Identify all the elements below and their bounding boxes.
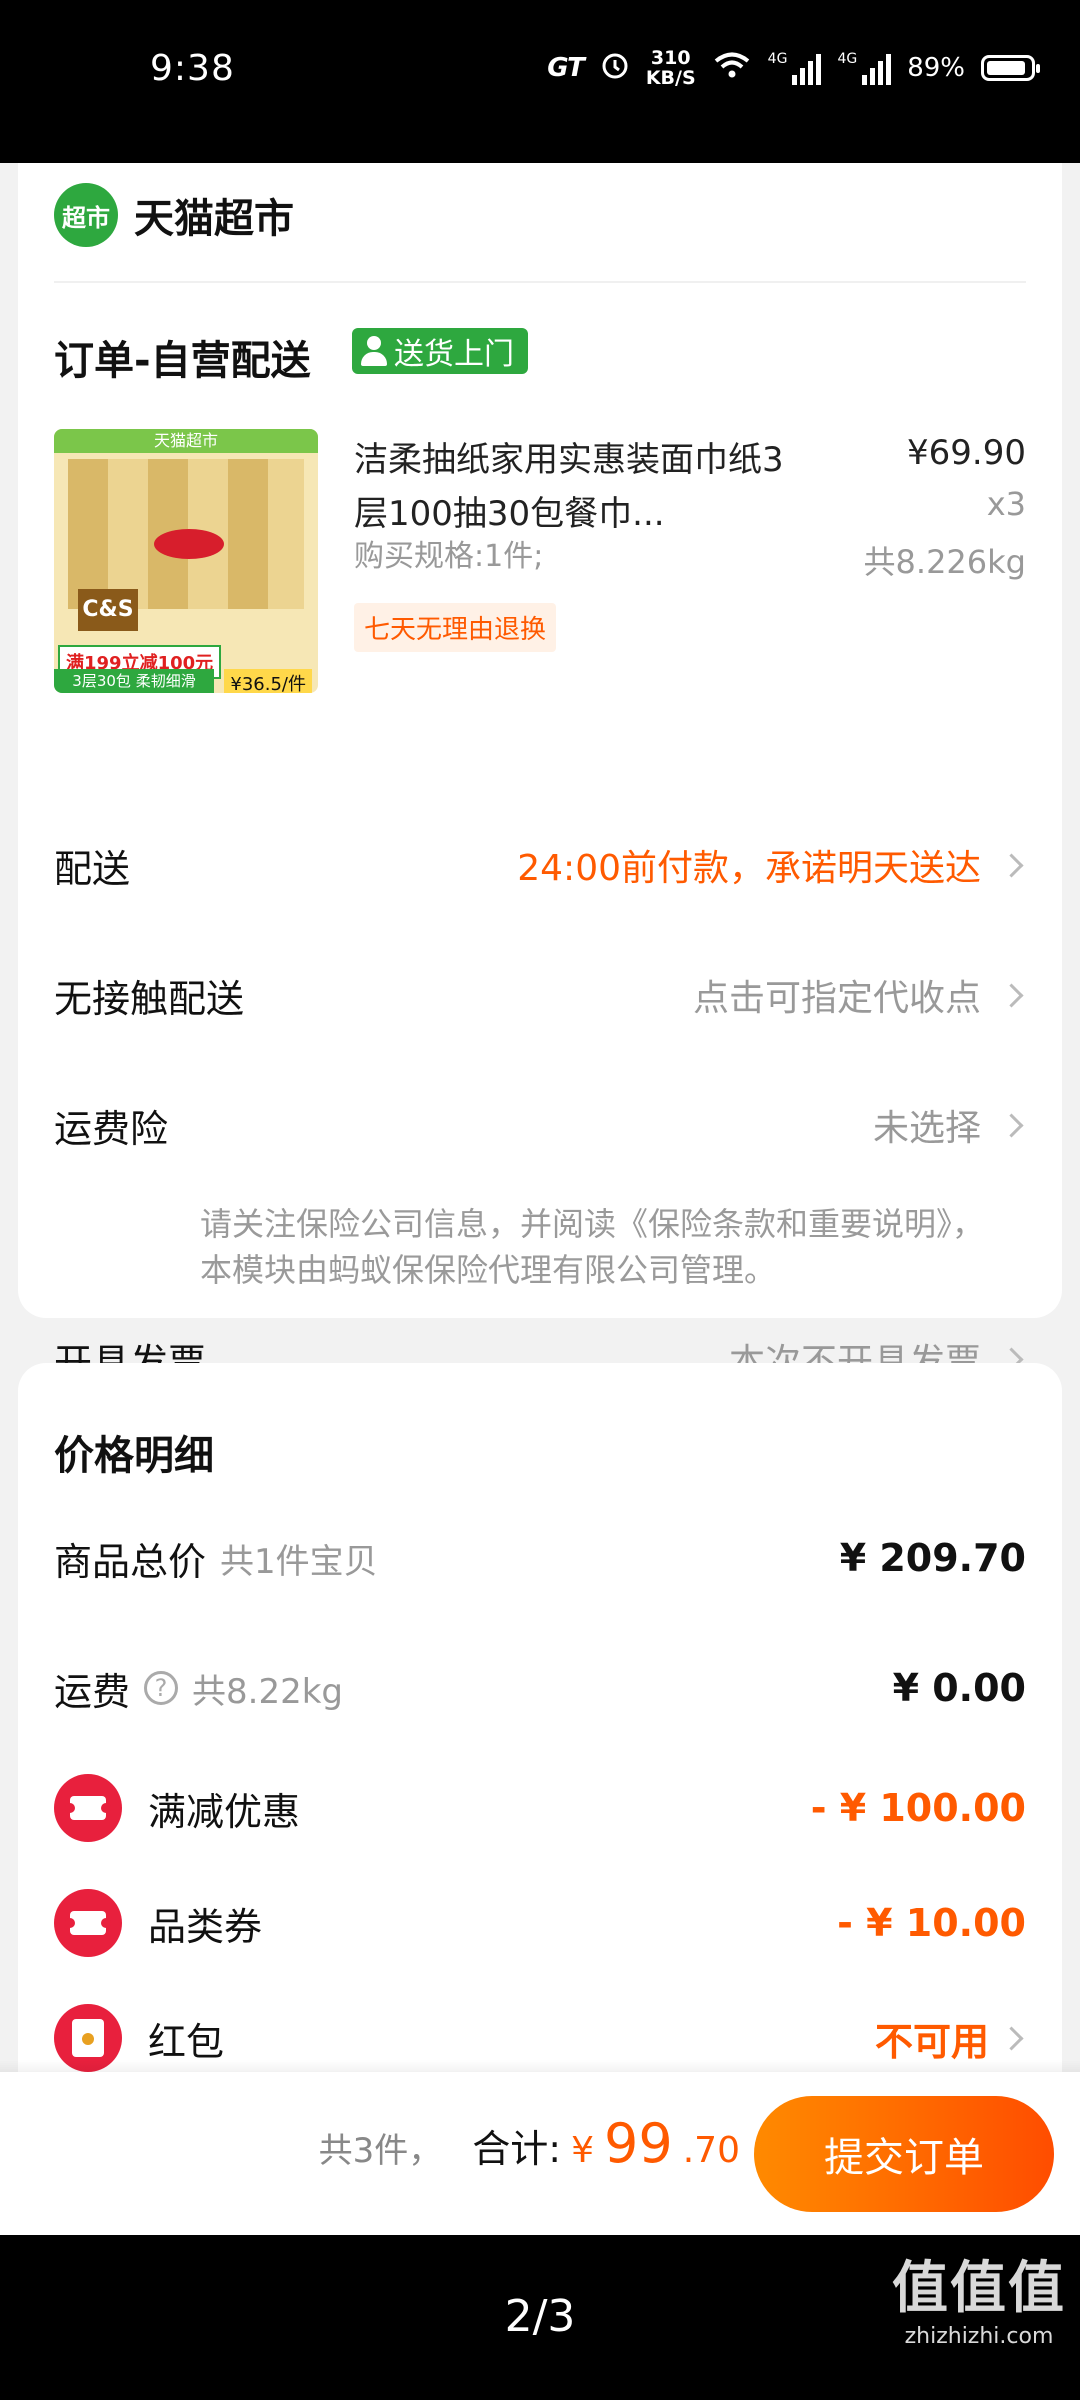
goods-total-row: 商品总价 共1件宝贝 ¥ 209.70 bbox=[54, 1536, 1026, 1584]
return-policy-tag: 七天无理由退换 bbox=[354, 603, 557, 652]
contactless-row[interactable]: 无接触配送 点击可指定代收点 bbox=[54, 965, 1026, 1025]
signal-1-icon: 4G bbox=[768, 51, 822, 85]
chevron-right-icon bbox=[999, 1112, 1024, 1138]
submit-order-button[interactable]: 提交订单 bbox=[754, 2096, 1054, 2212]
status-bar: 9:38 GT 310 KB/S 4G 4G 89% bbox=[0, 0, 1080, 163]
price-detail-title: 价格明细 bbox=[54, 1433, 214, 1479]
discount-ticket-icon bbox=[54, 1774, 122, 1842]
image-viewer-footer: 2/3 值值值 zhizhizhi.com bbox=[0, 2235, 1080, 2400]
product-qty: x3 bbox=[986, 485, 1026, 523]
insurance-note: 请关注保险公司信息，并阅读《保险条款和重要说明》，本模块由蚂蚁保保险代理有限公司… bbox=[200, 1205, 985, 1289]
product-price: ¥69.90 bbox=[907, 433, 1026, 473]
shop-name: 天猫超市 bbox=[134, 196, 294, 242]
order-title: 订单-自营配送 bbox=[54, 338, 311, 384]
status-time: 9:38 bbox=[150, 48, 235, 89]
freight-row: 运费 ? 共8.22kg ¥ 0.00 bbox=[54, 1666, 1026, 1714]
checkout-bar: 共3件， 合计: ¥ 99 .70 提交订单 bbox=[0, 2072, 1080, 2235]
watermark: 值值值 zhizhizhi.com bbox=[892, 2256, 1066, 2349]
status-icons: GT 310 KB/S 4G 4G 89% bbox=[547, 47, 1040, 89]
wifi-icon bbox=[712, 50, 752, 87]
product-spec: 购买规格:1件; bbox=[354, 539, 544, 574]
delivery-row[interactable]: 配送 24:00前付款，承诺明天送达 bbox=[54, 835, 1026, 895]
shop-logo: 超市 bbox=[54, 183, 118, 247]
product-weight: 共8.226kg bbox=[863, 543, 1026, 581]
battery-icon bbox=[981, 55, 1040, 81]
order-summary: 共3件， 合计: ¥ 99 .70 bbox=[318, 2112, 740, 2175]
network-speed: 310 KB/S bbox=[645, 47, 696, 89]
battery-percent: 89% bbox=[907, 53, 965, 83]
gt-mode-icon: GT bbox=[547, 53, 585, 83]
coupon-ticket-icon bbox=[54, 1889, 122, 1957]
chevron-right-icon bbox=[999, 2025, 1024, 2051]
ship-badge: 送货上门 bbox=[352, 328, 528, 374]
order-screen: 超市 天猫超市 订单-自营配送 送货上门 天猫超市 C&S 满199立减100元… bbox=[0, 163, 1080, 2235]
freight-insurance-row[interactable]: 运费险 未选择 bbox=[54, 1095, 1026, 1155]
chevron-right-icon bbox=[999, 982, 1024, 1008]
product-image[interactable]: 天猫超市 C&S 满199立减100元 ¥36.5/件 3层30包 柔韧细滑 bbox=[54, 429, 318, 693]
divider bbox=[54, 281, 1026, 283]
chevron-right-icon bbox=[999, 852, 1024, 878]
category-coupon-row[interactable]: 品类券 - ¥ 10.00 bbox=[54, 1888, 1026, 1958]
person-icon bbox=[360, 336, 388, 366]
total-amount: 99 bbox=[604, 2112, 673, 2175]
product-title[interactable]: 洁柔抽纸家用实惠装面巾纸3层100抽30包餐巾... bbox=[354, 433, 814, 541]
order-card: 超市 天猫超市 订单-自营配送 送货上门 天猫超市 C&S 满199立减100元… bbox=[18, 163, 1062, 1385]
help-icon[interactable]: ? bbox=[144, 1671, 179, 1705]
alarm-icon bbox=[600, 50, 630, 87]
shop-header[interactable]: 超市 天猫超市 bbox=[54, 183, 294, 247]
discount-row: 满减优惠 - ¥ 100.00 bbox=[54, 1773, 1026, 1843]
signal-2-icon: 4G bbox=[837, 51, 892, 85]
